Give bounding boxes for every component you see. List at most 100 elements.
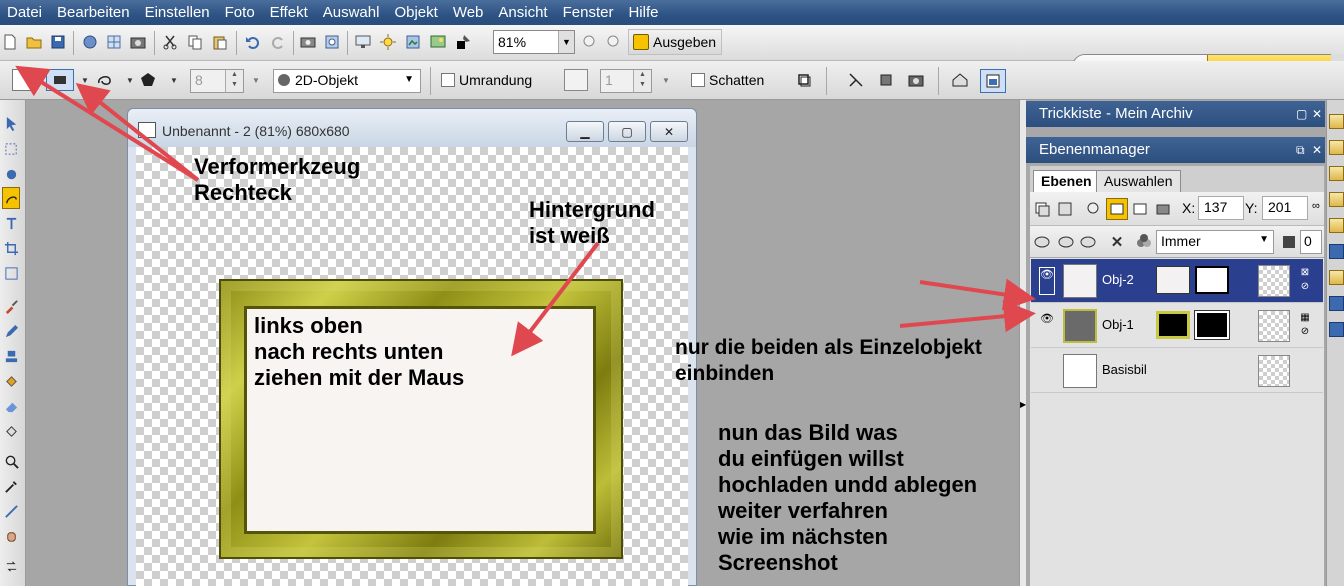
open-folder-icon[interactable] — [24, 32, 44, 52]
layers-icon[interactable] — [1329, 166, 1344, 181]
chevron-down-icon[interactable]: ▼ — [246, 70, 266, 90]
stepper-arrows-icon[interactable]: ▲ ▼ — [633, 70, 651, 92]
zoom-tool-icon[interactable] — [2, 450, 20, 472]
search-layer-icon[interactable] — [1084, 199, 1104, 219]
maximize-icon[interactable]: ▢ — [1296, 101, 1307, 127]
group-icon[interactable] — [1032, 232, 1052, 252]
visibility-toggle[interactable] — [1039, 357, 1055, 385]
ungroup-icon[interactable] — [1056, 232, 1076, 252]
monitor-icon[interactable] — [353, 32, 373, 52]
chevron-down-icon[interactable]: ▼ — [120, 70, 140, 90]
rectangle-tool-icon[interactable] — [12, 69, 36, 91]
opacity-icon[interactable] — [1279, 232, 1299, 252]
undo-icon[interactable] — [243, 32, 263, 52]
shape-tool-icon[interactable] — [2, 187, 20, 209]
paste-icon[interactable] — [210, 32, 230, 52]
eyedropper-tool-icon[interactable] — [2, 475, 20, 497]
ebenenmanager-panel-title[interactable]: Ebenenmanager ⧉ ✕ — [1026, 137, 1325, 163]
eraser-tool-icon[interactable] — [2, 395, 20, 417]
redo-icon[interactable] — [268, 32, 288, 52]
tab-auswahlen[interactable]: Auswahlen — [1096, 170, 1181, 192]
size-stepper[interactable]: 8 ▲ ▼ — [190, 69, 244, 93]
menu-bearbeiten[interactable]: Bearbeiten — [50, 0, 138, 25]
play-icon[interactable] — [1329, 244, 1344, 259]
browse-icon[interactable] — [322, 32, 342, 52]
layer-row-obj-2[interactable]: 👁 Obj-2 ⊠ ⊘ — [1031, 259, 1323, 303]
eye-icon[interactable]: 👁 — [1039, 312, 1055, 340]
magic-wand-icon[interactable] — [2, 163, 20, 185]
delete-layer-icon[interactable]: ✕ — [1107, 232, 1127, 252]
effects-icon[interactable] — [1329, 140, 1344, 155]
stamp-tool-icon[interactable] — [2, 345, 20, 367]
color-swap-icon[interactable] — [2, 555, 20, 577]
trickkiste-panel-title[interactable]: Trickkiste - Mein Archiv ▢ ✕ — [1026, 101, 1325, 127]
help-icon[interactable] — [1329, 322, 1344, 337]
chart-icon[interactable] — [1329, 296, 1344, 311]
tab-ebenen[interactable]: Ebenen — [1033, 170, 1100, 192]
brush-tool-icon[interactable] — [2, 295, 20, 317]
color-picker-icon[interactable] — [453, 32, 473, 52]
bucket-tool-icon[interactable] — [2, 420, 20, 442]
new-file-icon[interactable] — [0, 32, 20, 52]
hand-tool-icon[interactable] — [2, 525, 20, 547]
object-type-select[interactable]: 2D-Objekt ▼ — [273, 69, 421, 93]
copy-icon[interactable] — [185, 32, 205, 52]
stepper-arrows-icon[interactable]: ▲ ▼ — [225, 70, 243, 92]
shadow-settings-icon[interactable] — [794, 70, 814, 90]
chevron-down-icon[interactable]: ▼ — [656, 70, 676, 90]
library-icon[interactable] — [1329, 270, 1344, 285]
menu-effekt[interactable]: Effekt — [263, 0, 316, 25]
chevron-down-icon[interactable]: ▼ — [75, 70, 95, 90]
close-icon[interactable]: ✕ — [1312, 101, 1322, 127]
cut-icon[interactable] — [160, 32, 180, 52]
scan-icon[interactable] — [80, 32, 100, 52]
collapse-arrow-icon[interactable]: ▶ — [1020, 400, 1026, 409]
brightness-icon[interactable] — [378, 32, 398, 52]
eye-icon[interactable]: 👁 — [1039, 267, 1055, 295]
home-icon[interactable] — [950, 70, 970, 90]
schatten-checkbox[interactable] — [691, 73, 705, 87]
menu-hilfe[interactable]: Hilfe — [621, 0, 666, 25]
minimize-button[interactable]: ▁ — [566, 121, 604, 142]
ausgeben-button[interactable]: Ausgeben — [628, 29, 722, 55]
capture-icon[interactable] — [906, 70, 926, 90]
zoom-out-icon[interactable] — [604, 32, 624, 52]
menu-ansicht[interactable]: Ansicht — [491, 0, 555, 25]
photo-icon[interactable] — [298, 32, 318, 52]
enhance-icon[interactable] — [403, 32, 423, 52]
filled-rectangle-icon[interactable] — [46, 69, 74, 91]
new-layer-icon[interactable] — [1032, 199, 1052, 219]
document-titlebar[interactable]: Unbenannt - 2 (81%) 680x680 ▁ ▢ ✕ — [128, 109, 696, 147]
organizer-icon[interactable] — [1329, 114, 1344, 129]
outline-color-swatch[interactable] — [564, 69, 588, 91]
transform-icon[interactable] — [846, 70, 866, 90]
opacity-input[interactable]: 0 — [1300, 230, 1322, 254]
save-icon[interactable] — [48, 32, 68, 52]
merge-mode-icon[interactable] — [1134, 232, 1154, 252]
line-tool-icon[interactable] — [2, 500, 20, 522]
chevron-down-icon[interactable]: ▼ — [558, 31, 574, 53]
properties-layer-icon[interactable] — [1130, 199, 1150, 219]
pointer-tool-icon[interactable] — [2, 112, 20, 134]
object-icon[interactable] — [876, 70, 896, 90]
close-button[interactable]: ✕ — [650, 121, 688, 142]
crop-tool-icon[interactable] — [2, 237, 20, 259]
grid-icon[interactable] — [104, 32, 124, 52]
layer-row-obj-1[interactable]: 👁 Obj-1 ▦ ⊘ — [1031, 304, 1323, 348]
text-tool-icon[interactable] — [2, 212, 20, 234]
panel-splitter[interactable]: ▶ — [1019, 100, 1026, 586]
transform-tool-icon[interactable] — [2, 262, 20, 284]
mask-icon[interactable] — [1078, 232, 1098, 252]
y-position-input[interactable]: 201 — [1262, 196, 1308, 220]
merge-layer-icon[interactable] — [1055, 199, 1075, 219]
menu-datei[interactable]: Datei — [0, 0, 50, 25]
close-icon[interactable]: ✕ — [1312, 137, 1322, 163]
zoom-select[interactable]: 81% ▼ — [493, 30, 575, 54]
favorites-icon[interactable] — [1329, 192, 1344, 207]
menu-web[interactable]: Web — [446, 0, 492, 25]
menu-auswahl[interactable]: Auswahl — [316, 0, 388, 25]
width-stepper[interactable]: 1 ▲ ▼ — [600, 69, 652, 93]
menu-foto[interactable]: Foto — [218, 0, 263, 25]
layer-options-icon[interactable]: ▦ ⊘ — [1298, 311, 1312, 339]
merge-mode-select[interactable]: Immer ▼ — [1156, 230, 1274, 254]
